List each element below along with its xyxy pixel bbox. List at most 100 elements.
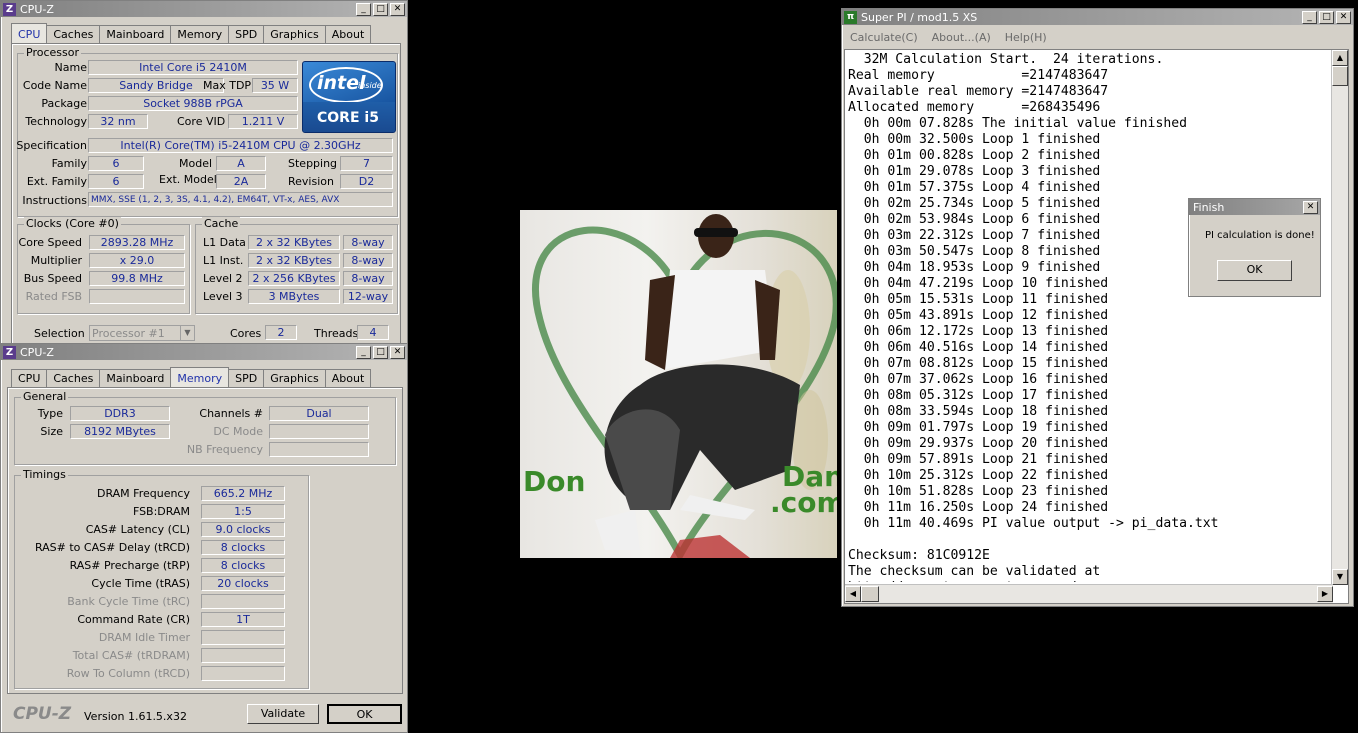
maxtdp-value: 35 W: [252, 78, 298, 93]
cpuz-cpu-titlebar[interactable]: Z CPU-Z _ □ ✕: [1, 1, 407, 17]
output-line: Real memory =2147483647: [848, 68, 1109, 83]
intel-inside: inside: [358, 81, 382, 90]
timing-value: [201, 648, 285, 663]
tab-spd[interactable]: SPD: [228, 25, 265, 43]
menu-help[interactable]: Help(H): [1005, 29, 1047, 47]
output-line: 0h 09m 29.937s Loop 20 finished: [848, 436, 1109, 451]
output-line: 0h 09m 57.891s Loop 21 finished: [848, 452, 1109, 467]
extfamily-label: Ext. Family: [26, 175, 87, 188]
output-line: 0h 07m 08.812s Loop 15 finished: [848, 356, 1109, 371]
tab-cpu[interactable]: CPU: [11, 23, 48, 43]
tab-mainboard[interactable]: Mainboard: [99, 25, 172, 43]
close-icon[interactable]: ✕: [1303, 200, 1318, 214]
validate-button[interactable]: Validate: [247, 704, 319, 724]
type-label: Type: [37, 407, 63, 420]
processor-select-value: Processor #1: [92, 327, 165, 340]
menu-about[interactable]: About...(A): [932, 29, 991, 47]
tab-cpu[interactable]: CPU: [11, 369, 48, 387]
tab-spd[interactable]: SPD: [228, 369, 265, 387]
tab-memory[interactable]: Memory: [170, 25, 230, 43]
multiplier-value: x 29.0: [89, 253, 185, 268]
l1inst-value: 2 x 32 KBytes: [248, 253, 340, 268]
minimize-icon[interactable]: _: [356, 345, 371, 359]
maximize-icon[interactable]: □: [1319, 10, 1334, 24]
dcmode-value: [269, 424, 369, 439]
model-value: A: [216, 156, 266, 171]
output-line: 0h 08m 33.594s Loop 18 finished: [848, 404, 1109, 419]
level2-assoc: 8-way: [343, 271, 393, 286]
finish-ok-button[interactable]: OK: [1217, 260, 1292, 281]
finish-message: PI calculation is done!: [1205, 230, 1315, 241]
level2-value: 2 x 256 KBytes: [248, 271, 340, 286]
instructions-label: Instructions: [22, 194, 87, 207]
chevron-down-icon[interactable]: ▼: [180, 326, 194, 340]
superpi-output-text: 32M Calculation Start. 24 iterations. Rea…: [848, 52, 1328, 582]
codename-label: Code Name: [22, 79, 87, 92]
core-i5-text: CORE i5: [317, 110, 379, 126]
minimize-icon[interactable]: _: [356, 2, 371, 16]
tab-caches[interactable]: Caches: [46, 369, 101, 387]
scroll-down-icon[interactable]: ▼: [1332, 569, 1348, 585]
menu-calculate[interactable]: Calculate(C): [850, 29, 918, 47]
tab-graphics[interactable]: Graphics: [263, 369, 326, 387]
watermark-right-com: .com: [770, 486, 837, 519]
timing-value: [201, 594, 285, 609]
cpu-tab-panel: Processor Name Intel Core i5 2410M Code …: [11, 43, 401, 344]
nbfrequency-label: NB Frequency: [186, 443, 263, 456]
superpi-titlebar[interactable]: π Super PI / mod1.5 XS _ □ ✕: [842, 9, 1353, 25]
timing-label: DRAM Frequency: [96, 487, 190, 500]
ok-button[interactable]: OK: [327, 704, 402, 724]
timing-label: Row To Column (tRCD): [66, 667, 190, 680]
tab-caches[interactable]: Caches: [46, 25, 101, 43]
maximize-icon[interactable]: □: [373, 2, 388, 16]
family-value: 6: [88, 156, 144, 171]
cpuz-app-icon: Z: [3, 2, 16, 16]
timing-value: 8 clocks: [201, 540, 285, 555]
memory-tab-panel: General Type DDR3 Size 8192 MBytes Chann…: [7, 387, 403, 694]
extfamily-value: 6: [88, 174, 144, 189]
scroll-up-icon[interactable]: ▲: [1332, 50, 1348, 66]
output-line: 0h 08m 05.312s Loop 17 finished: [848, 388, 1109, 403]
cpuz-brand: CPU-Z: [13, 704, 72, 724]
maximize-icon[interactable]: □: [373, 345, 388, 359]
ratedfsb-label: Rated FSB: [25, 290, 82, 303]
close-icon[interactable]: ✕: [390, 2, 405, 16]
cpuz-app-icon: Z: [3, 345, 16, 359]
tab-graphics[interactable]: Graphics: [263, 25, 326, 43]
tab-mainboard[interactable]: Mainboard: [99, 369, 172, 387]
clocks-group: Clocks (Core #0) Core Speed 2893.28 MHz …: [17, 217, 190, 314]
output-line: 0h 06m 40.516s Loop 14 finished: [848, 340, 1109, 355]
timing-value: [201, 666, 285, 681]
dialog-title: Finish: [1193, 200, 1225, 214]
output-line: 0h 07m 37.062s Loop 16 finished: [848, 372, 1109, 387]
tab-memory[interactable]: Memory: [170, 367, 230, 387]
vertical-scrollbar[interactable]: ▲ ▼: [1331, 50, 1348, 585]
finish-titlebar[interactable]: Finish ✕: [1189, 199, 1320, 215]
horizontal-scrollbar[interactable]: ◀ ▶: [845, 584, 1333, 603]
minimize-icon[interactable]: _: [1302, 10, 1317, 24]
timing-label: DRAM Idle Timer: [98, 631, 190, 644]
output-line: 0h 05m 43.891s Loop 12 finished: [848, 308, 1109, 323]
size-value: 8192 MBytes: [70, 424, 170, 439]
close-icon[interactable]: ✕: [390, 345, 405, 359]
scroll-right-icon[interactable]: ▶: [1317, 586, 1333, 602]
group-label: Processor: [24, 46, 81, 59]
group-label: Cache: [202, 217, 241, 230]
l1data-label: L1 Data: [203, 236, 246, 249]
tab-about[interactable]: About: [324, 369, 372, 387]
watermark-left: Don: [523, 465, 586, 498]
output-line: The checksum can be validated at: [848, 564, 1101, 579]
tab-about[interactable]: About: [324, 25, 372, 43]
cpuz-memory-titlebar[interactable]: Z CPU-Z _ □ ✕: [1, 344, 407, 360]
level3-value: 3 MBytes: [248, 289, 340, 304]
corevid-value: 1.211 V: [228, 114, 298, 129]
processor-select[interactable]: Processor #1 ▼: [89, 325, 195, 341]
timing-value: 8 clocks: [201, 558, 285, 573]
corevid-label: Core VID: [177, 115, 226, 128]
scroll-thumb[interactable]: [1332, 66, 1348, 86]
close-icon[interactable]: ✕: [1336, 10, 1351, 24]
family-label: Family: [51, 157, 87, 170]
scroll-left-icon[interactable]: ◀: [845, 586, 861, 602]
hscroll-thumb[interactable]: [861, 586, 879, 602]
